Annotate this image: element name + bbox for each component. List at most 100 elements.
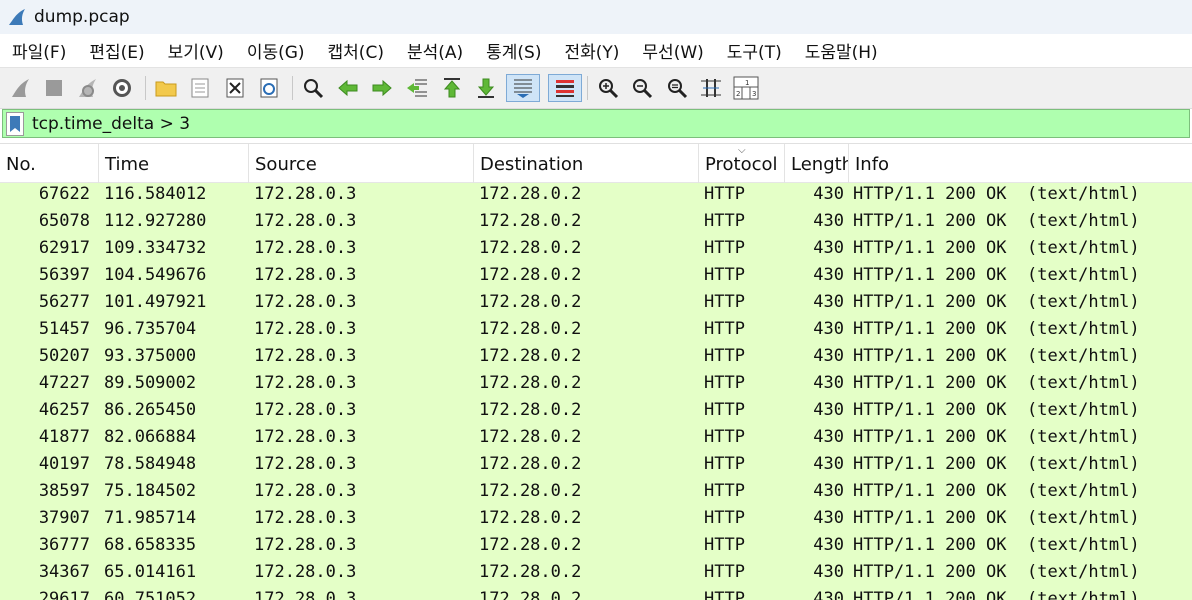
packet-info: HTTP/1.1 200 OK (text/html) bbox=[853, 238, 1140, 258]
column-header-info[interactable]: Info bbox=[849, 144, 1192, 183]
colorize-toggle[interactable] bbox=[548, 74, 582, 102]
find-packet-button[interactable] bbox=[299, 74, 327, 102]
packet-length: 430 bbox=[813, 319, 844, 339]
packet-row[interactable]: 51457 96.735704 172.28.0.3 172.28.0.2 HTTP 43… bbox=[0, 318, 1192, 345]
packet-row[interactable]: 50207 93.375000 172.28.0.3 172.28.0.2 HTTP 43… bbox=[0, 345, 1192, 372]
packet-row[interactable]: 36777 68.658335 172.28.0.3 172.28.0.2 HTTP 43… bbox=[0, 534, 1192, 561]
packet-source: 172.28.0.3 bbox=[254, 535, 357, 555]
packet-info: HTTP/1.1 200 OK (text/html) bbox=[853, 319, 1140, 339]
pane-layout-button[interactable]: 12 3 bbox=[732, 74, 760, 102]
packet-number: 47227 bbox=[38, 373, 90, 393]
menu-capture[interactable]: 캡처(C) bbox=[316, 38, 395, 63]
packet-row[interactable]: 34367 65.014161 172.28.0.3 172.28.0.2 HTTP 43… bbox=[0, 561, 1192, 588]
packet-row[interactable]: 38597 75.184502 172.28.0.3 172.28.0.2 HTTP 43… bbox=[0, 480, 1192, 507]
go-back-button[interactable] bbox=[334, 74, 362, 102]
column-header-no[interactable]: No. bbox=[0, 144, 99, 183]
packet-number: 67622 bbox=[38, 184, 90, 204]
column-header-destination[interactable]: Destination bbox=[474, 144, 699, 183]
go-to-packet-button[interactable] bbox=[403, 74, 431, 102]
column-header-length[interactable]: Length bbox=[785, 144, 849, 183]
last-packet-button[interactable] bbox=[472, 74, 500, 102]
column-header-source[interactable]: Source bbox=[249, 144, 474, 183]
restart-capture-button[interactable] bbox=[74, 74, 102, 102]
menu-edit[interactable]: 편집(E) bbox=[77, 38, 155, 63]
packet-length: 430 bbox=[813, 454, 844, 474]
menu-go[interactable]: 이동(G) bbox=[235, 38, 316, 63]
packet-number: 62917 bbox=[38, 238, 90, 258]
packet-destination: 172.28.0.2 bbox=[479, 562, 582, 582]
packet-source: 172.28.0.3 bbox=[254, 184, 357, 204]
menu-wireless[interactable]: 무선(W) bbox=[630, 38, 714, 63]
menu-statistics[interactable]: 통계(S) bbox=[474, 38, 552, 63]
packet-time: 65.014161 bbox=[104, 562, 197, 582]
packet-source: 172.28.0.3 bbox=[254, 319, 357, 339]
packet-protocol: HTTP bbox=[704, 292, 745, 312]
packet-destination: 172.28.0.2 bbox=[479, 508, 582, 528]
packet-row[interactable]: 41877 82.066884 172.28.0.3 172.28.0.2 HTTP 43… bbox=[0, 426, 1192, 453]
packet-destination: 172.28.0.2 bbox=[479, 589, 582, 600]
display-filter-input[interactable]: tcp.time_delta > 3 bbox=[32, 114, 190, 134]
packet-row[interactable]: 62917 109.334732 172.28.0.3 172.28.0.2 HTTP 4… bbox=[0, 237, 1192, 264]
menu-tools[interactable]: 도구(T) bbox=[715, 38, 793, 63]
packet-protocol: HTTP bbox=[704, 562, 745, 582]
packet-protocol: HTTP bbox=[704, 589, 745, 600]
packet-number: 46257 bbox=[38, 400, 90, 420]
go-forward-button[interactable] bbox=[368, 74, 396, 102]
menu-help[interactable]: 도움말(H) bbox=[793, 38, 889, 63]
resize-columns-button[interactable] bbox=[697, 74, 725, 102]
toolbar-separator bbox=[292, 76, 293, 100]
packet-time: 112.927280 bbox=[104, 211, 207, 231]
packet-length: 430 bbox=[813, 211, 844, 231]
packet-row[interactable]: 56277 101.497921 172.28.0.3 172.28.0.2 HTTP 4… bbox=[0, 291, 1192, 318]
capture-options-button[interactable] bbox=[108, 74, 136, 102]
menu-bar: 파일(F) 편집(E) 보기(V) 이동(G) 캡처(C) 분석(A) 통계(S… bbox=[0, 34, 1192, 66]
save-file-button[interactable] bbox=[186, 74, 214, 102]
packet-row[interactable]: 29617 60.751052 172.28.0.3 172.28.0.2 HTTP 43… bbox=[0, 588, 1192, 600]
packet-number: 40197 bbox=[38, 454, 90, 474]
menu-file[interactable]: 파일(F) bbox=[0, 38, 77, 63]
packet-protocol: HTTP bbox=[704, 427, 745, 447]
main-toolbar: 12 3 bbox=[0, 67, 1192, 109]
packet-info: HTTP/1.1 200 OK (text/html) bbox=[853, 427, 1140, 447]
packet-destination: 172.28.0.2 bbox=[479, 184, 582, 204]
menu-view[interactable]: 보기(V) bbox=[156, 38, 235, 63]
packet-row[interactable]: 47227 89.509002 172.28.0.3 172.28.0.2 HTTP 43… bbox=[0, 372, 1192, 399]
packet-info: HTTP/1.1 200 OK (text/html) bbox=[853, 184, 1140, 204]
column-header-time[interactable]: Time bbox=[99, 144, 249, 183]
start-capture-button[interactable] bbox=[7, 74, 35, 102]
menu-telephony[interactable]: 전화(Y) bbox=[552, 38, 630, 63]
packet-time: 101.497921 bbox=[104, 292, 207, 312]
zoom-out-button[interactable] bbox=[628, 74, 656, 102]
wireshark-fin-icon bbox=[9, 9, 25, 25]
close-file-button[interactable] bbox=[221, 74, 249, 102]
packet-destination: 172.28.0.2 bbox=[479, 346, 582, 366]
packet-info: HTTP/1.1 200 OK (text/html) bbox=[853, 211, 1140, 231]
packet-protocol: HTTP bbox=[704, 184, 745, 204]
autoscroll-toggle[interactable] bbox=[506, 74, 540, 102]
reload-file-button[interactable] bbox=[255, 74, 283, 102]
packet-protocol: HTTP bbox=[704, 535, 745, 555]
filter-bookmark-button[interactable] bbox=[6, 111, 24, 136]
packet-list-header: No. Time Source Destination Protocol Len… bbox=[0, 143, 1192, 183]
menu-analyze[interactable]: 분석(A) bbox=[395, 38, 474, 63]
packet-row[interactable]: 37907 71.985714 172.28.0.3 172.28.0.2 HTTP 43… bbox=[0, 507, 1192, 534]
zoom-in-button[interactable] bbox=[594, 74, 622, 102]
packet-row[interactable]: 67622 116.584012 172.28.0.3 172.28.0.2 HTTP 4… bbox=[0, 183, 1192, 210]
packet-row[interactable]: 40197 78.584948 172.28.0.3 172.28.0.2 HTTP 43… bbox=[0, 453, 1192, 480]
packet-info: HTTP/1.1 200 OK (text/html) bbox=[853, 373, 1140, 393]
open-file-button[interactable] bbox=[152, 74, 180, 102]
last-packet-icon bbox=[477, 78, 495, 98]
packet-row[interactable]: 56397 104.549676 172.28.0.3 172.28.0.2 HTTP 4… bbox=[0, 264, 1192, 291]
stop-capture-button[interactable] bbox=[40, 74, 68, 102]
packet-row[interactable]: 65078 112.927280 172.28.0.3 172.28.0.2 HTTP 4… bbox=[0, 210, 1192, 237]
display-filter-bar[interactable]: tcp.time_delta > 3 bbox=[2, 109, 1190, 138]
packet-time: 86.265450 bbox=[104, 400, 197, 420]
normal-size-icon bbox=[668, 79, 688, 99]
normal-size-button[interactable] bbox=[663, 74, 691, 102]
packet-source: 172.28.0.3 bbox=[254, 400, 357, 420]
packet-row[interactable]: 46257 86.265450 172.28.0.3 172.28.0.2 HTTP 43… bbox=[0, 399, 1192, 426]
packet-time: 71.985714 bbox=[104, 508, 197, 528]
packet-time: 96.735704 bbox=[104, 319, 197, 339]
packet-time: 75.184502 bbox=[104, 481, 197, 501]
first-packet-button[interactable] bbox=[438, 74, 466, 102]
